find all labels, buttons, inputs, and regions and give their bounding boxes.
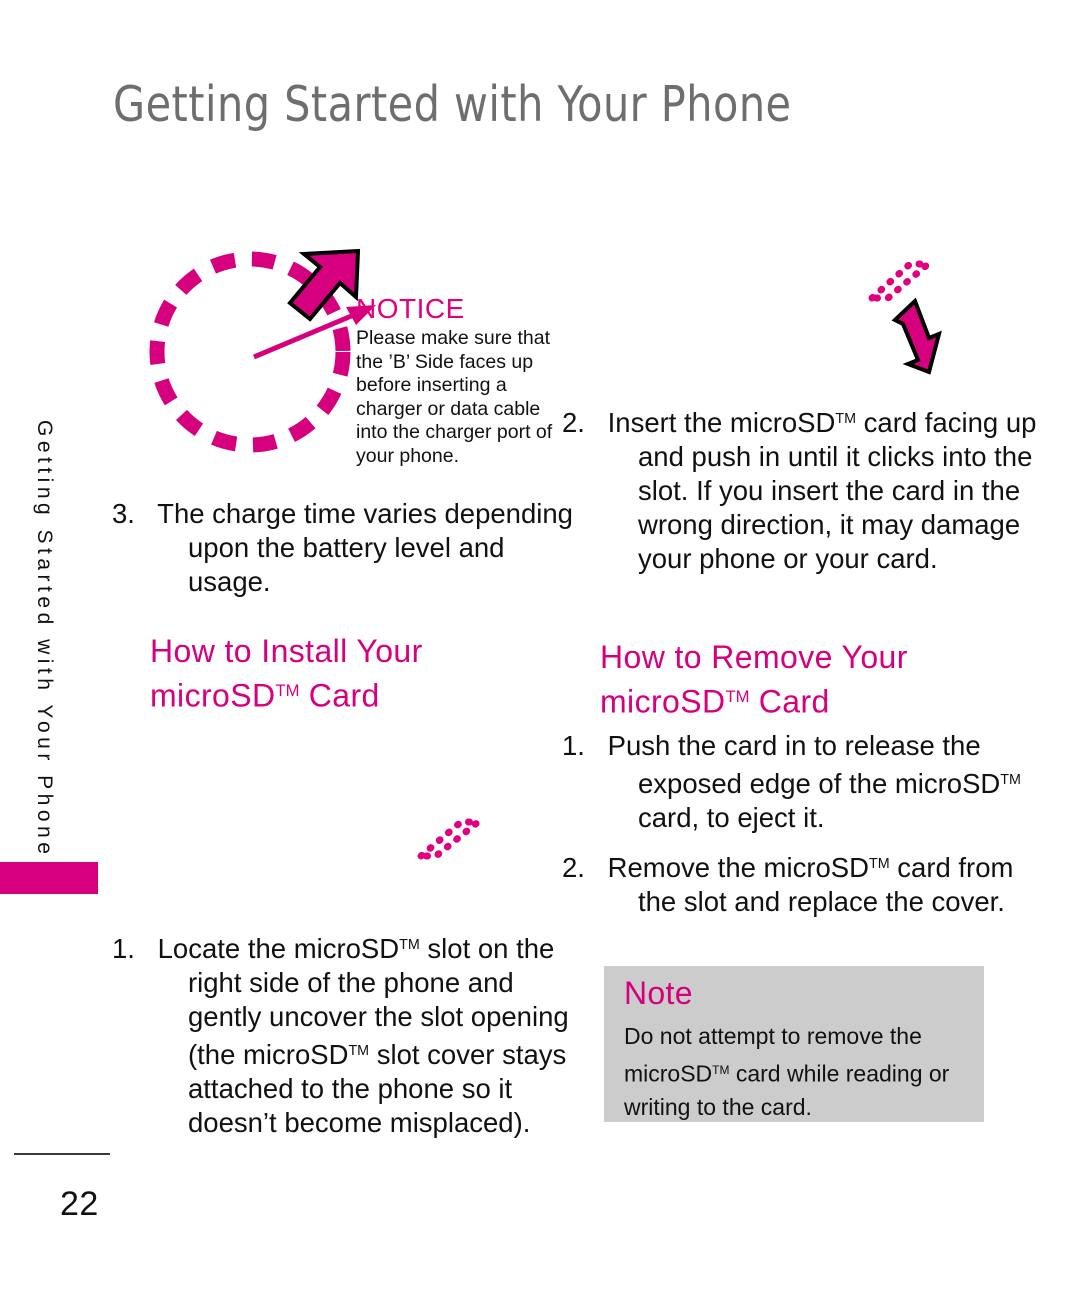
heading-install-line1: How to Install Your <box>150 633 423 669</box>
sidebar-accent-tab <box>0 862 98 894</box>
right-step-1-text-b: card, to eject it. <box>638 801 825 833</box>
left-step-1: 1. Locate the microSDTM slot on the righ… <box>112 932 569 1138</box>
heading-remove-line2-post: Card <box>749 683 830 720</box>
trademark-symbol: TM <box>275 681 300 700</box>
dotted-microsd-card-outline-left-icon <box>411 818 486 860</box>
sidebar-section-label: Getting Started with Your Phone <box>33 420 56 859</box>
pointer-arrow-up-right-icon <box>287 248 361 322</box>
notice-title: NOTICE <box>356 293 465 324</box>
page-title: Getting Started with Your Phone <box>113 76 792 133</box>
right-step-2-insert: 2. Insert the microSDTM card facing up a… <box>562 406 1037 574</box>
left-step-3: 3. The charge time varies depending upon… <box>112 498 573 597</box>
trademark-symbol: TM <box>1000 772 1021 788</box>
dotted-microsd-card-outline-right-icon <box>862 260 937 302</box>
insert-arrow-up-left-icon <box>891 297 942 375</box>
heading-remove-microsd: How to Remove Your microSDTM Card <box>600 638 1000 721</box>
heading-install-line2-pre: microSD <box>150 677 276 714</box>
right-step-2-remove: 2. Remove the microSDTM card from the sl… <box>562 851 1014 917</box>
trademark-symbol: TM <box>868 856 890 872</box>
right-step-1-text-a: Push the card in to release the exposed … <box>607 730 1001 799</box>
right-step-2-text-a: Insert the microSD <box>607 406 836 438</box>
heading-install-line2-post: Card <box>299 677 380 714</box>
trademark-symbol: TM <box>399 937 420 953</box>
right-step-2b-text-a: Remove the microSD <box>607 851 869 883</box>
dashed-circle-charger-port-icon <box>149 251 351 453</box>
notice-body: Please make sure that the ’B’ Side faces… <box>356 327 553 467</box>
heading-install-microsd: How to Install Your microSDTM Card <box>150 632 550 715</box>
footer-divider <box>14 1153 110 1155</box>
note-box: Note Do not attempt to remove the microS… <box>604 966 984 1122</box>
trademark-symbol: TM <box>835 411 857 427</box>
right-step-1-remove: 1. Push the card in to release the expos… <box>562 730 1021 833</box>
note-title: Note <box>624 975 693 1011</box>
trademark-symbol: TM <box>348 1042 370 1059</box>
manual-page: Getting Started with Your Phone Getting … <box>0 0 1080 1295</box>
note-body: Do not attempt to remove the microSDTM c… <box>624 1019 969 1124</box>
left-step-3-text: The charge time varies depending upon th… <box>157 498 573 597</box>
heading-remove-line2-pre: microSD <box>600 683 726 720</box>
heading-remove-line1: How to Remove Your <box>600 639 908 675</box>
trademark-symbol: TM <box>725 687 750 706</box>
trademark-symbol: TM <box>712 1063 730 1077</box>
left-step-1-text-a: Locate the microSD <box>157 932 400 964</box>
page-number: 22 <box>60 1185 99 1223</box>
